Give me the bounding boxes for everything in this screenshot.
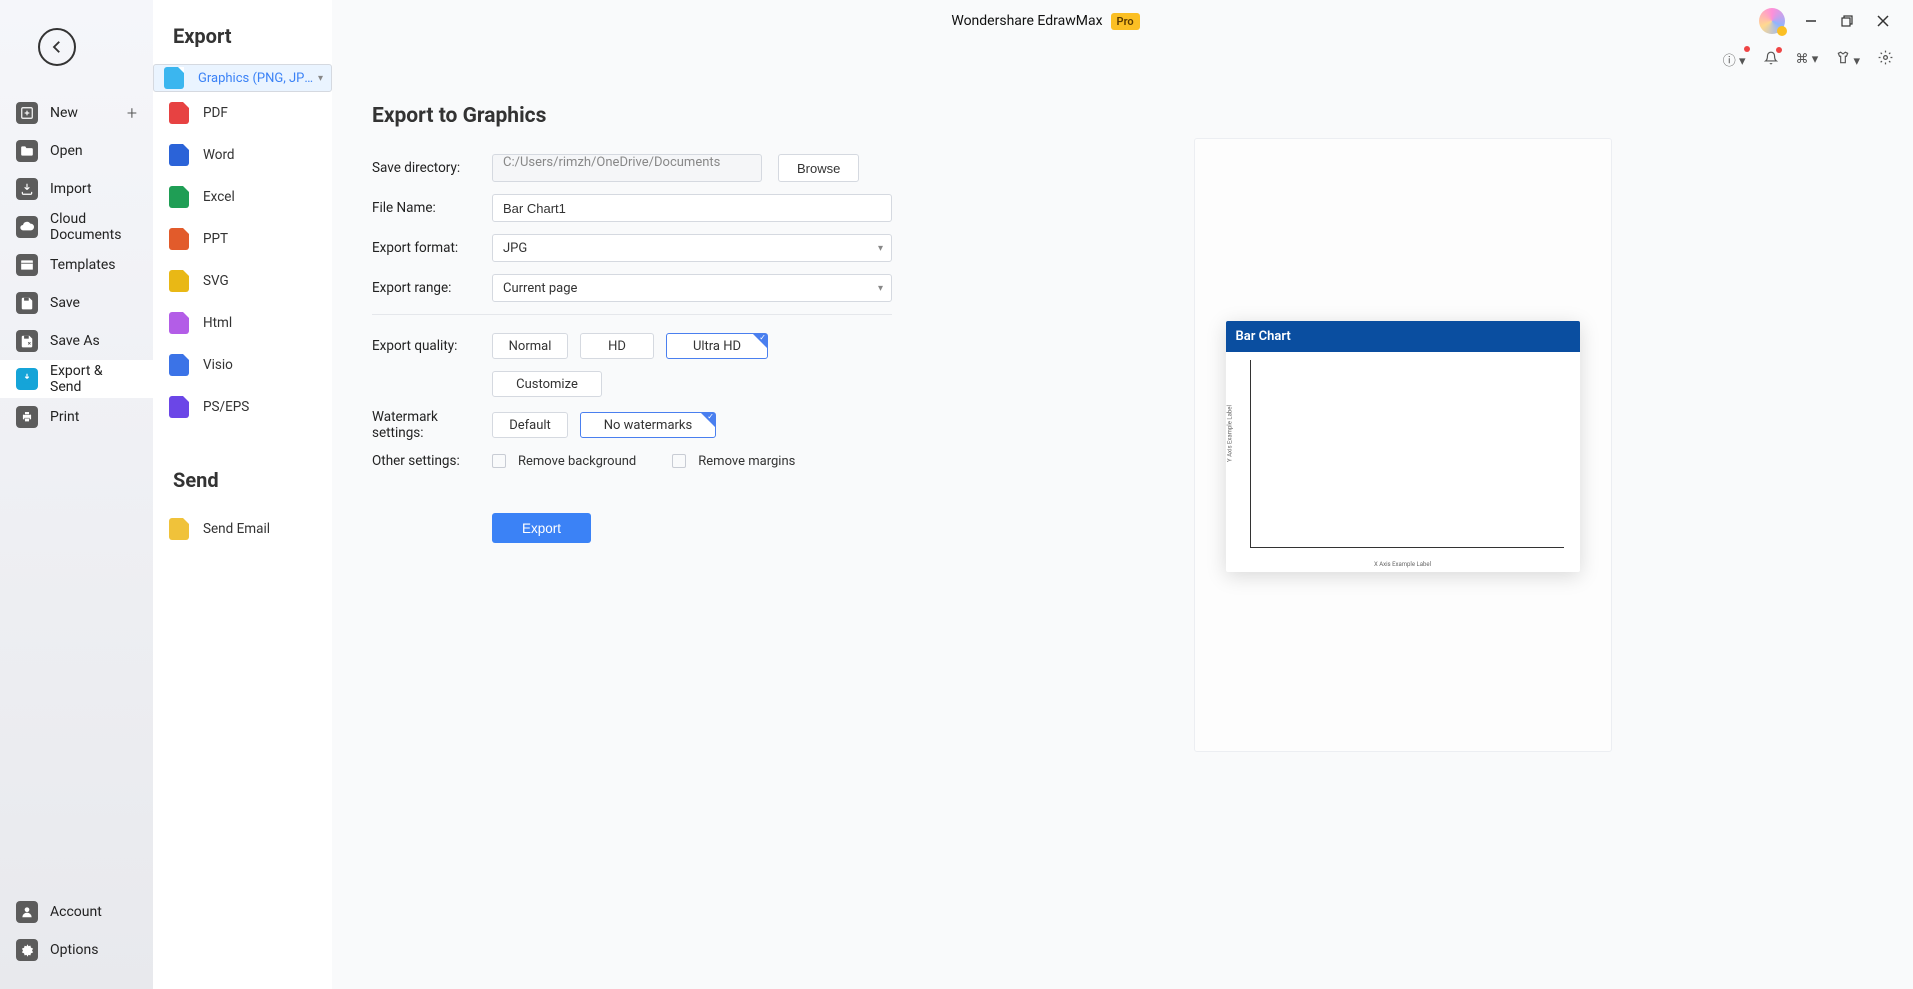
file-icon — [169, 396, 189, 418]
nav-export-send[interactable]: Export & Send — [0, 360, 153, 398]
format-select[interactable]: JPG — [492, 234, 892, 262]
quality-hd[interactable]: HD — [580, 333, 654, 359]
print-icon — [16, 406, 38, 428]
quality-label: Export quality: — [372, 338, 492, 354]
form-title: Export to Graphics — [372, 104, 892, 128]
user-avatar[interactable] — [1759, 8, 1785, 34]
titlebar: Wondershare EdrawMax Pro — [332, 0, 1913, 42]
nav-templates[interactable]: Templates — [0, 246, 153, 284]
export-type-pdf[interactable]: PDF — [153, 92, 332, 134]
close-button[interactable] — [1865, 7, 1901, 35]
pro-badge: Pro — [1111, 13, 1140, 30]
nav-cloud-documents[interactable]: Cloud Documents — [0, 208, 153, 246]
help-icon[interactable]: ⓘ ▾ — [1721, 48, 1748, 71]
export-type-graphics-png-jpg-et-[interactable]: Graphics (PNG, JPG et... — [153, 64, 332, 92]
send-heading: Send — [153, 428, 332, 508]
nav-open[interactable]: Open — [0, 132, 153, 170]
nav-save[interactable]: Save — [0, 284, 153, 322]
user-icon — [16, 901, 38, 923]
file-icon — [169, 144, 189, 166]
watermark-label: Watermark settings: — [372, 409, 492, 441]
nav-options[interactable]: Options — [0, 931, 153, 969]
sidebar: New+OpenImportCloud DocumentsTemplatesSa… — [0, 0, 153, 989]
chart-ylabel: Y Axis Example Label — [1226, 405, 1233, 462]
customize-button[interactable]: Customize — [492, 371, 602, 397]
nav-print[interactable]: Print — [0, 398, 153, 436]
export-type-excel[interactable]: Excel — [153, 176, 332, 218]
toolbar-icons: ⓘ ▾ ⌘ ▾ ▾ — [1721, 48, 1895, 71]
export-type-html[interactable]: Html — [153, 302, 332, 344]
remove-margins-checkbox[interactable]: Remove margins — [672, 454, 795, 469]
nav-account[interactable]: Account — [0, 893, 153, 931]
export-type-visio[interactable]: Visio — [153, 344, 332, 386]
plus-icon[interactable]: + — [127, 103, 137, 124]
file-icon — [169, 102, 189, 124]
range-label: Export range: — [372, 280, 492, 296]
chart-plot-area — [1250, 360, 1564, 548]
export-type-word[interactable]: Word — [153, 134, 332, 176]
chart-title: Bar Chart — [1226, 321, 1580, 352]
save-icon — [16, 292, 38, 314]
settings-icon[interactable] — [1876, 48, 1895, 71]
file-icon — [169, 312, 189, 334]
plus-box-icon — [16, 102, 38, 124]
nav-import[interactable]: Import — [0, 170, 153, 208]
bell-icon[interactable] — [1762, 49, 1780, 71]
save-dir-label: Save directory: — [372, 160, 492, 176]
range-select[interactable]: Current page — [492, 274, 892, 302]
watermark-default[interactable]: Default — [492, 412, 568, 438]
gear-icon — [16, 939, 38, 961]
file-icon — [169, 518, 189, 540]
format-label: Export format: — [372, 240, 492, 256]
save-dir-input[interactable]: C:/Users/rimzh/OneDrive/Documents — [492, 154, 762, 182]
export-type-ppt[interactable]: PPT — [153, 218, 332, 260]
export-button[interactable]: Export — [492, 513, 591, 543]
export-format-panel: Export Graphics (PNG, JPG et...PDFWordEx… — [153, 0, 332, 989]
minimize-button[interactable] — [1793, 7, 1829, 35]
file-icon — [169, 270, 189, 292]
app-title: Wondershare EdrawMax — [951, 13, 1102, 29]
quality-ultra-hd[interactable]: Ultra HD — [666, 333, 768, 359]
nav-save-as[interactable]: Save As — [0, 322, 153, 360]
maximize-button[interactable] — [1829, 7, 1865, 35]
file-icon — [169, 228, 189, 250]
file-icon — [169, 186, 189, 208]
file-name-label: File Name: — [372, 200, 492, 216]
export-form: Export to Graphics Save directory: C:/Us… — [332, 0, 892, 989]
quality-normal[interactable]: Normal — [492, 333, 568, 359]
export-heading: Export — [153, 24, 332, 64]
nav-new[interactable]: New+ — [0, 94, 153, 132]
file-name-input[interactable] — [492, 194, 892, 222]
other-label: Other settings: — [372, 453, 492, 469]
file-icon — [169, 354, 189, 376]
preview-container: Bar Chart Y Axis Example Label X Axis Ex… — [1194, 138, 1612, 752]
watermark-none[interactable]: No watermarks — [580, 412, 716, 438]
folder-icon — [16, 140, 38, 162]
browse-button[interactable]: Browse — [778, 154, 859, 182]
back-button[interactable] — [38, 28, 76, 66]
file-icon — [164, 67, 184, 89]
export-type-ps-eps[interactable]: PS/EPS — [153, 386, 332, 428]
remove-background-checkbox[interactable]: Remove background — [492, 454, 636, 469]
grid-icon[interactable]: ⌘ ▾ — [1794, 50, 1821, 69]
main-content: Wondershare EdrawMax Pro ⓘ ▾ ⌘ ▾ ▾ — [332, 0, 1913, 989]
shirt-icon[interactable]: ▾ — [1834, 49, 1862, 71]
templates-icon — [16, 254, 38, 276]
download-icon — [16, 178, 38, 200]
chart-preview: Bar Chart Y Axis Example Label X Axis Ex… — [1226, 321, 1580, 572]
cloud-icon — [16, 216, 38, 238]
chart-xlabel: X Axis Example Label — [1374, 561, 1431, 568]
export-type-svg[interactable]: SVG — [153, 260, 332, 302]
preview-pane: Bar Chart Y Axis Example Label X Axis Ex… — [892, 0, 1913, 989]
save-as-icon — [16, 330, 38, 352]
export-icon — [16, 368, 38, 390]
export-type-send-email[interactable]: Send Email — [153, 508, 332, 550]
